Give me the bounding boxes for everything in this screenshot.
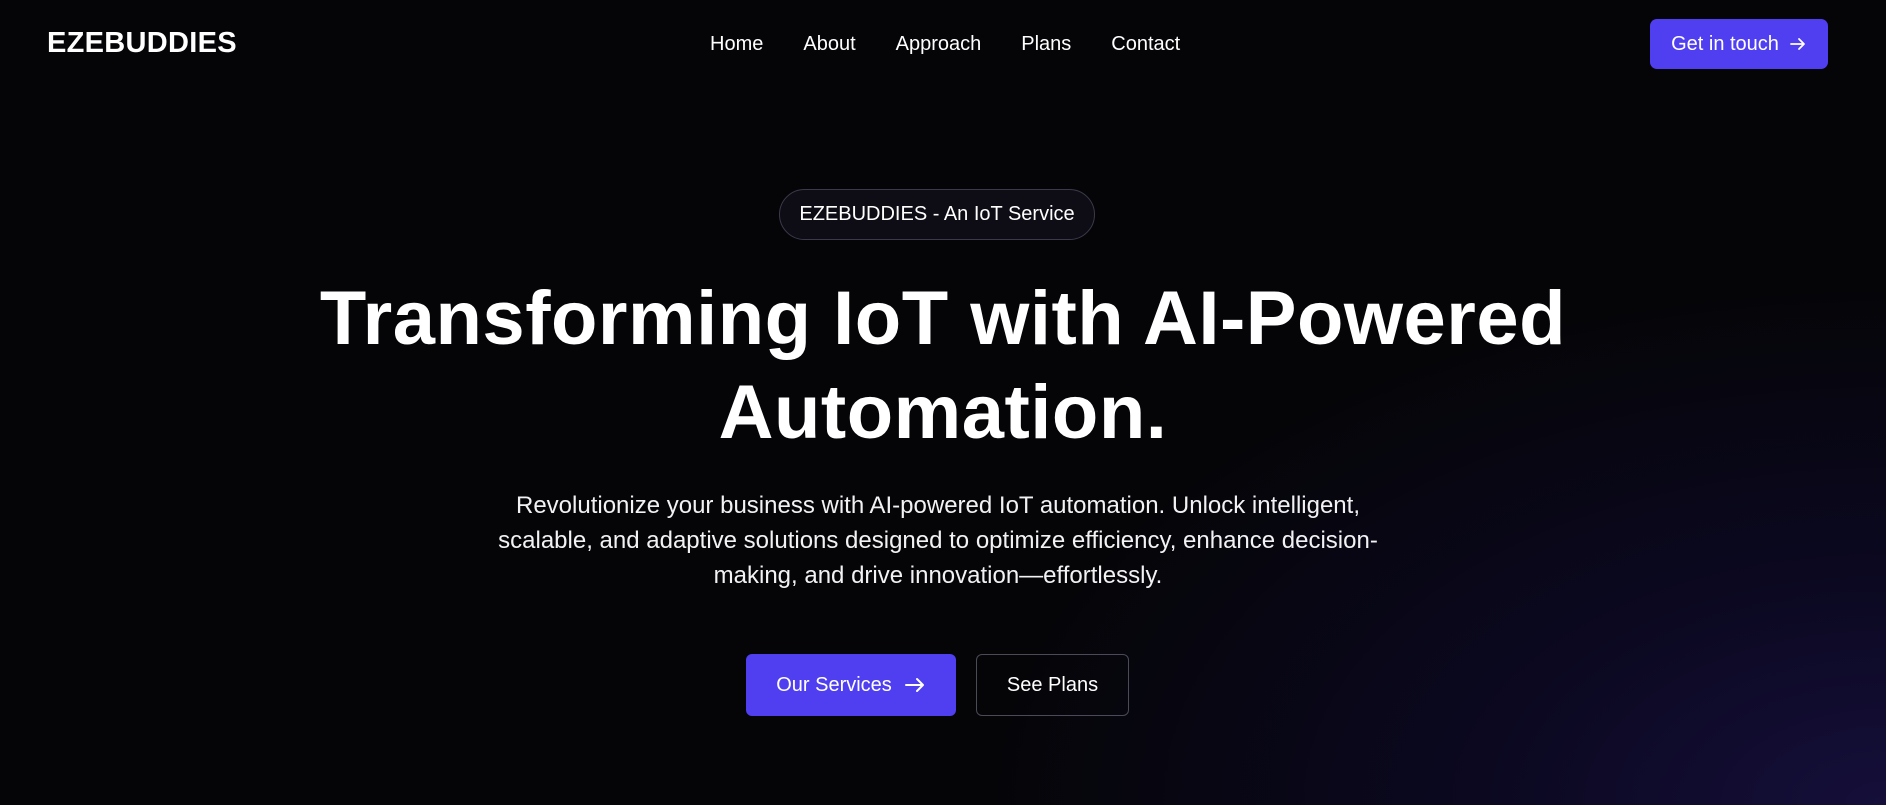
- arrow-right-icon: [904, 674, 926, 696]
- our-services-button[interactable]: Our Services: [746, 654, 956, 716]
- site-logo[interactable]: EZEBUDDIES: [47, 26, 237, 60]
- hero-headline-line-2: Automation.: [718, 370, 1168, 455]
- service-badge: EZEBUDDIES - An IoT Service: [779, 189, 1095, 240]
- hero-headline-line-1: Transforming IoT with AI-Powered: [319, 276, 1567, 361]
- our-services-label: Our Services: [776, 673, 892, 696]
- nav-link-home[interactable]: Home: [710, 31, 763, 57]
- hero-subtext-line-1: Revolutionize your business with AI-powe…: [515, 492, 1360, 519]
- nav-link-plans[interactable]: Plans: [1021, 31, 1071, 57]
- hero-subtext-line-2: scalable, and adaptive solutions designe…: [498, 527, 1378, 554]
- hero-subtext: Revolutionize your business with AI-powe…: [463, 488, 1413, 593]
- nav-link-approach[interactable]: Approach: [896, 31, 982, 57]
- top-navigation: EZEBUDDIES Home About Approach Plans Con…: [0, 0, 1886, 88]
- get-in-touch-button[interactable]: Get in touch: [1650, 19, 1828, 69]
- nav-link-contact[interactable]: Contact: [1111, 31, 1180, 57]
- get-in-touch-label: Get in touch: [1671, 32, 1779, 55]
- hero-subtext-line-3: making, and drive innovation—effortlessl…: [713, 562, 1163, 589]
- nav-link-about[interactable]: About: [803, 31, 855, 57]
- see-plans-button[interactable]: See Plans: [976, 654, 1129, 716]
- arrow-right-icon: [1789, 35, 1807, 53]
- hero-headline: Transforming IoT with AI-Powered Automat…: [243, 272, 1643, 460]
